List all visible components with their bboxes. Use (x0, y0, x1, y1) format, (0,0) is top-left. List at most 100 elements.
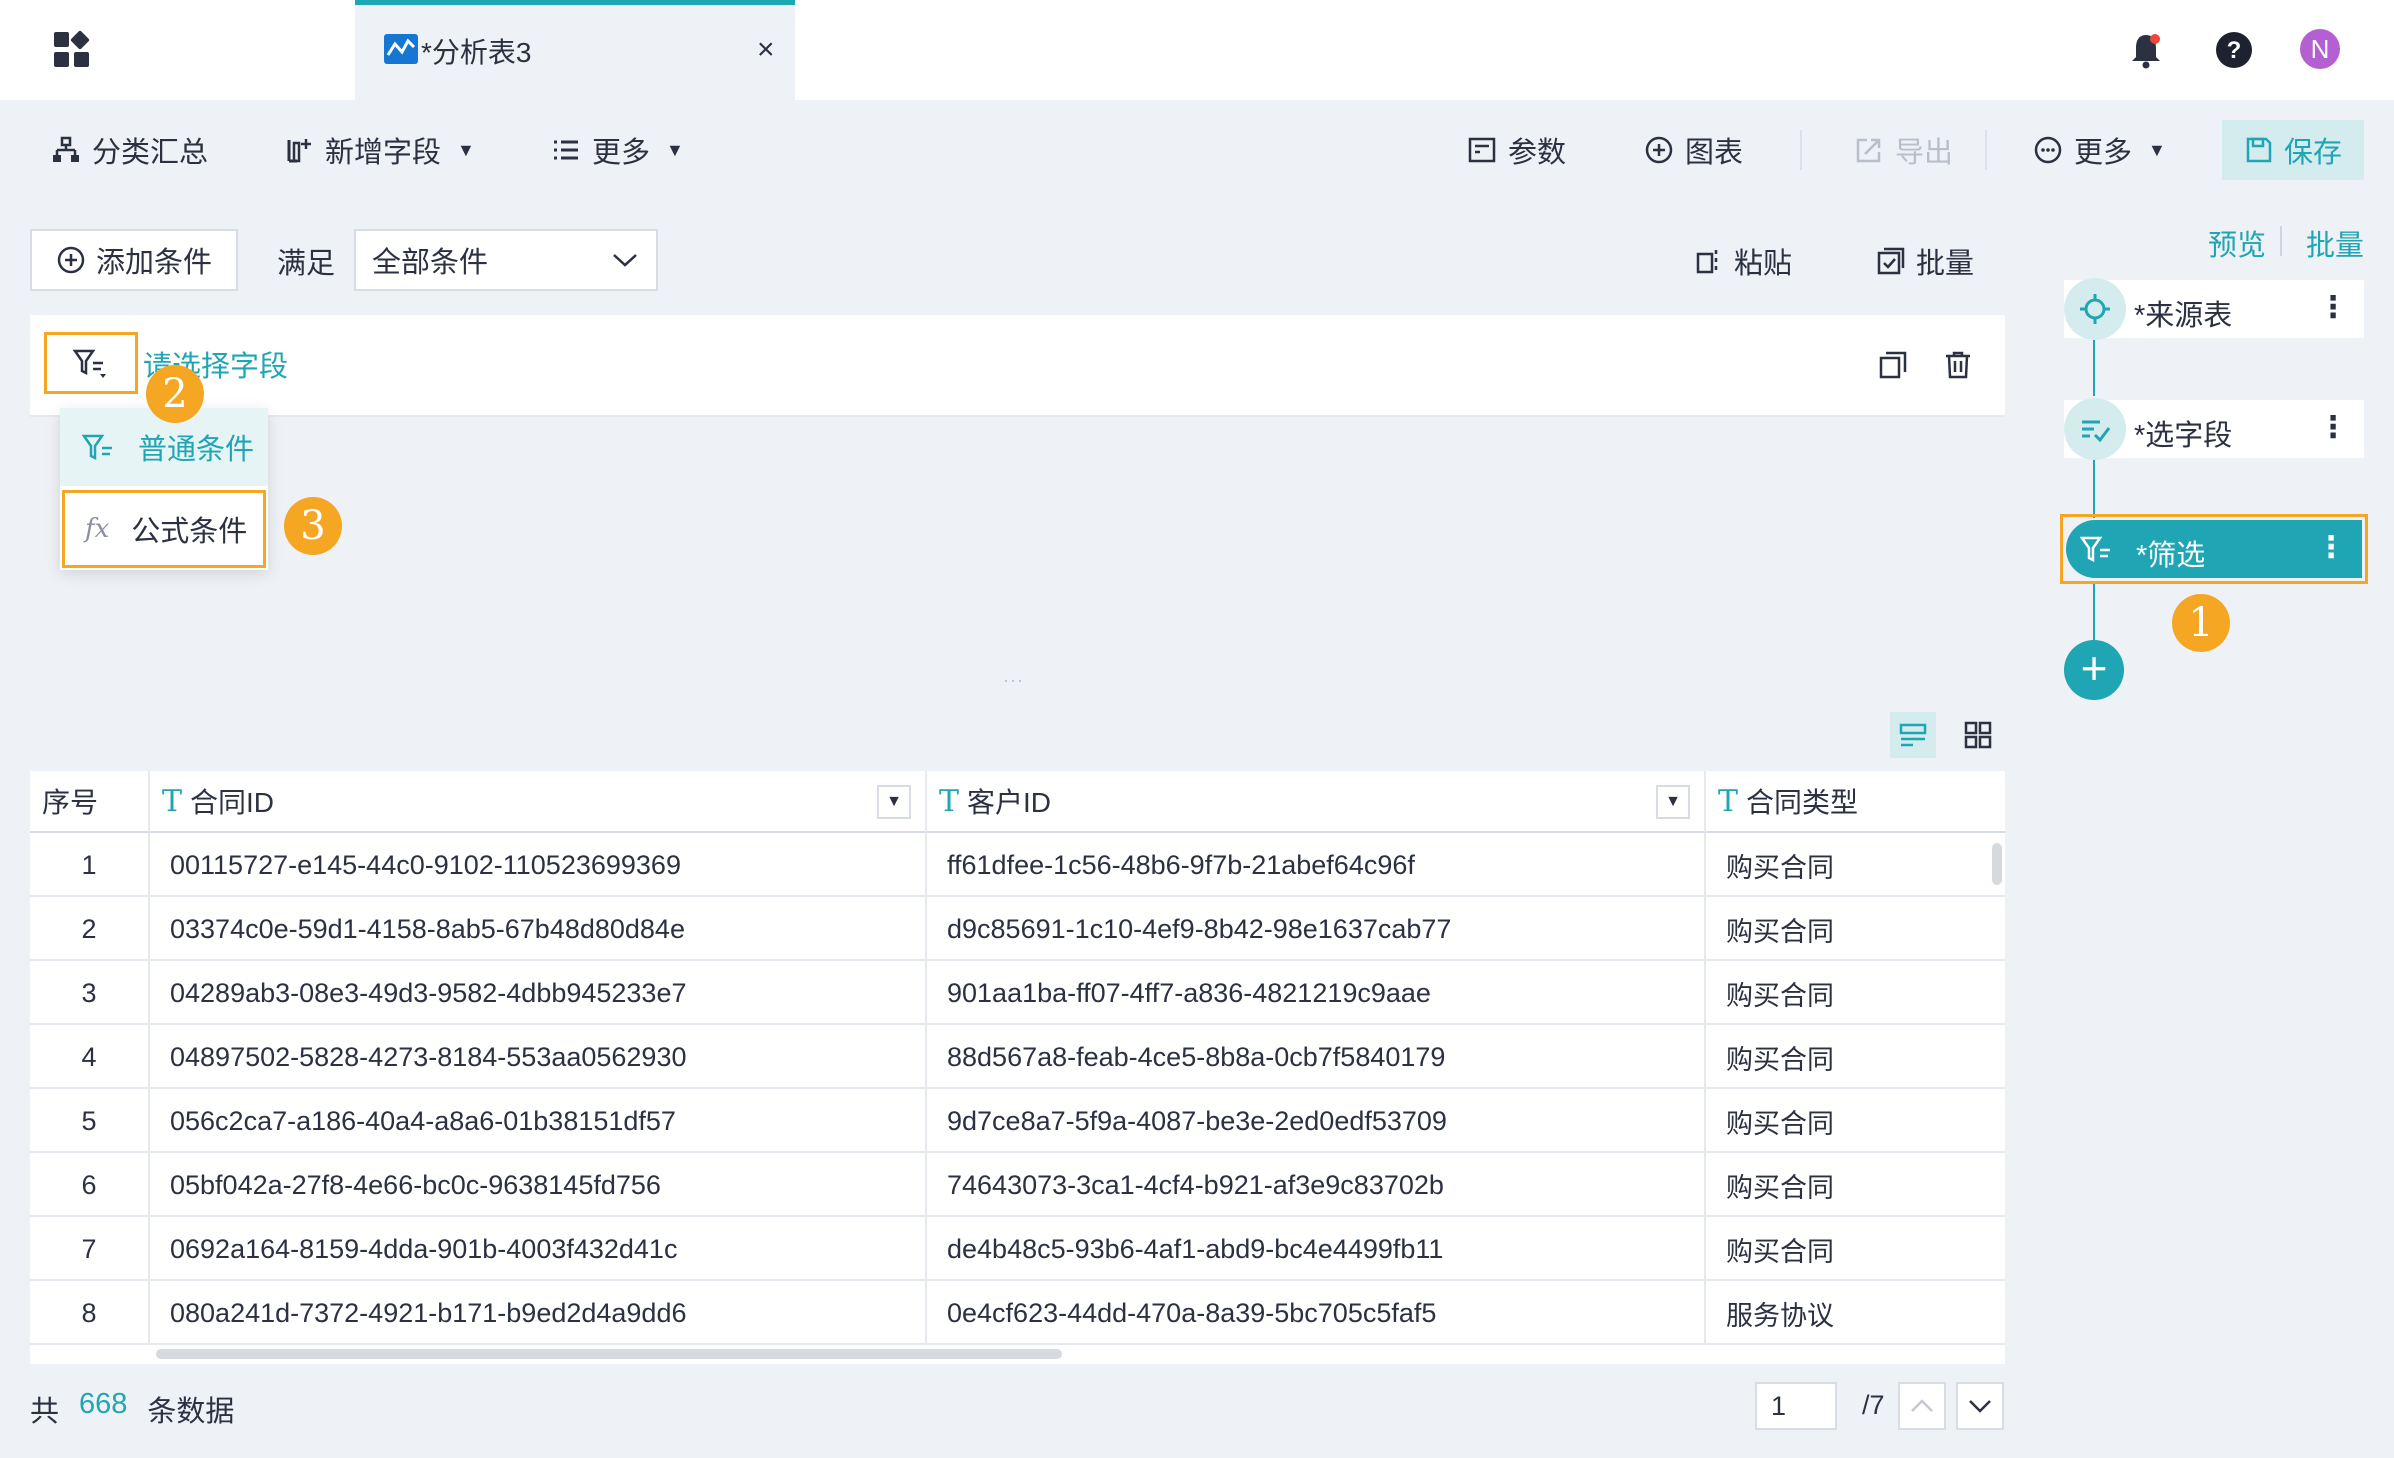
table-cell: 购买合同 (1726, 916, 1834, 947)
add-field-button[interactable]: 新增字段 ▼ (283, 100, 475, 200)
column-header-label: 序号 (42, 787, 99, 818)
table-row[interactable]: 4 04897502-5828-4273-8184-553aa0562930 88d… (30, 1025, 2005, 1089)
add-circle-icon (1645, 136, 1673, 164)
flow-node-source-table[interactable]: *来源表 ⋮ (2064, 278, 2364, 340)
table-cell: 2 (30, 897, 150, 961)
add-column-icon (287, 139, 311, 163)
column-header-customer-id[interactable]: T 客户ID ▼ (927, 771, 1706, 833)
hierarchy-icon (53, 136, 79, 162)
more-menu-left[interactable]: 更多 ▼ (550, 100, 684, 200)
condition-match-select[interactable]: 全部条件 (354, 229, 658, 291)
column-menu-button[interactable]: ▼ (877, 785, 911, 819)
step-badge-3: 3 (284, 497, 342, 555)
table-row[interactable]: 2 03374c0e-59d1-4158-8ab5-67b48d80d84e d9c… (30, 897, 2005, 961)
close-icon[interactable]: × (757, 35, 775, 65)
tab-title: *分析表3 (421, 37, 532, 68)
horizontal-scrollbar[interactable] (156, 1349, 1062, 1359)
group-summary-button[interactable]: 分类汇总 (50, 100, 208, 200)
table-row[interactable]: 7 0692a164-8159-4dda-901b-4003f432d41c de4… (30, 1217, 2005, 1281)
line-chart-icon (384, 34, 418, 64)
chart-button[interactable]: 图表 (1643, 100, 1743, 200)
more-vertical-icon[interactable]: ⋮ (2318, 410, 2348, 445)
export-icon (1856, 138, 1881, 163)
next-page-button[interactable] (1956, 1382, 2004, 1430)
apps-grid-icon[interactable] (52, 30, 92, 70)
chevron-down-icon (1969, 1400, 1991, 1413)
divider (2280, 226, 2282, 256)
flow-connector (2093, 584, 2095, 642)
column-menu-button[interactable]: ▼ (1656, 785, 1690, 819)
record-count-prefix: 共 (30, 1396, 60, 1428)
flow-node-label: *来源表 (2134, 300, 2233, 332)
save-icon (2246, 137, 2272, 163)
flow-node-select-fields[interactable]: *选字段 ⋮ (2064, 398, 2364, 460)
add-condition-button[interactable]: 添加条件 (30, 229, 238, 291)
toolbar: 分类汇总 新增字段 ▼ 更多 ▼ 参数 图表 导出 更多 ▼ (0, 100, 2394, 200)
text-type-icon: T (162, 783, 183, 819)
table-cell: 0e4cf623-44dd-470a-8a39-5bc705c5faf5 (927, 1281, 1706, 1345)
preview-link[interactable]: 预览 (2208, 222, 2266, 264)
params-button[interactable]: 参数 (1466, 100, 1566, 200)
formula-condition-label: 公式条件 (131, 516, 248, 548)
flow-connector (2093, 458, 2095, 518)
table-cell: 901aa1ba-ff07-4ff7-a836-4821219c9aae (927, 961, 1706, 1025)
vertical-scrollbar[interactable] (1992, 843, 2002, 885)
table-cell: 056c2ca7-a186-40a4-a8a6-01b38151df57 (150, 1089, 927, 1153)
bell-icon[interactable] (2126, 30, 2166, 70)
export-button[interactable]: 导出 (1853, 100, 1953, 200)
add-node-button[interactable]: + (2064, 640, 2124, 700)
save-button[interactable]: 保存 (2222, 120, 2364, 180)
step-badge-2: 2 (146, 365, 204, 423)
avatar[interactable]: N (2300, 29, 2340, 69)
trash-icon[interactable] (1942, 349, 1974, 381)
table-row[interactable]: 6 05bf042a-27f8-4e66-bc0c-9638145fd756 746… (30, 1153, 2005, 1217)
paste-icon (1696, 250, 1718, 274)
table-row[interactable]: 8 080a241d-7372-4921-b171-b9ed2d4a9dd6 0e4… (30, 1281, 2005, 1345)
help-icon[interactable]: ? (2214, 30, 2254, 70)
paste-button[interactable]: 粘贴 (1694, 240, 1792, 282)
table-row[interactable]: 3 04289ab3-08e3-49d3-9582-4dbb945233e7 901… (30, 961, 2005, 1025)
flow-node-filter[interactable]: *筛选 ⋮ (2066, 520, 2362, 578)
previous-page-button[interactable] (1898, 1382, 1946, 1430)
chevron-down-icon (613, 254, 637, 267)
text-type-icon: T (1718, 783, 1739, 819)
params-label: 参数 (1508, 137, 1567, 169)
grid-view-icon[interactable] (1955, 712, 2001, 758)
chevron-up-icon (1911, 1399, 1933, 1412)
select-fields-node-icon (2064, 398, 2126, 460)
more-vertical-icon[interactable]: ⋮ (2316, 530, 2346, 565)
text-type-icon: T (939, 783, 960, 819)
resize-handle[interactable]: ··· (1003, 670, 1024, 691)
more-menu-right[interactable]: 更多 ▼ (2032, 100, 2166, 200)
column-header-contract-id[interactable]: T 合同ID ▼ (150, 771, 927, 833)
satisfy-label: 满足 (277, 248, 336, 280)
batch-edit-icon (1877, 247, 1905, 275)
add-condition-label: 添加条件 (95, 247, 212, 279)
svg-text:?: ? (2227, 37, 2242, 64)
table-cell: de4b48c5-93b6-4af1-abd9-bc4e4499fb11 (927, 1217, 1706, 1281)
column-header-contract-type[interactable]: T 合同类型 (1706, 771, 2005, 833)
table-row[interactable]: 1 00115727-e145-44c0-9102-110523699369 ff6… (30, 833, 2005, 897)
filter-icon (2080, 536, 2110, 563)
menu-item-formula-condition[interactable]: fx 公式条件 (62, 490, 266, 568)
table-cell: 0692a164-8159-4dda-901b-4003f432d41c (150, 1217, 927, 1281)
caret-down-icon: ▼ (666, 139, 684, 160)
table-cell: 03374c0e-59d1-4158-8ab5-67b48d80d84e (150, 897, 927, 961)
copy-icon[interactable] (1877, 349, 1909, 381)
tab-analysis-table[interactable]: *分析表3 × (355, 0, 795, 100)
filter-type-button[interactable] (44, 332, 138, 394)
record-count-value: 668 (79, 1388, 128, 1420)
table-row[interactable]: 5 056c2ca7-a186-40a4-a8a6-01b38151df57 9d7… (30, 1089, 2005, 1153)
batch-button[interactable]: 批量 (1876, 240, 1974, 282)
page-number-input[interactable]: 1 (1755, 1382, 1837, 1430)
table-cell: 1 (30, 833, 150, 897)
record-count-suffix: 条数据 (147, 1396, 235, 1428)
list-view-icon[interactable] (1890, 712, 1936, 758)
flow-batch-link[interactable]: 批量 (2306, 222, 2364, 264)
table-cell: 6 (30, 1153, 150, 1217)
column-header-label: 合同类型 (1746, 787, 1859, 818)
table-cell: 9d7ce8a7-5f9a-4087-be3e-2ed0edf53709 (927, 1089, 1706, 1153)
more-vertical-icon[interactable]: ⋮ (2318, 290, 2348, 325)
flow-node-label: *选字段 (2134, 420, 2233, 452)
column-header-index: 序号 (30, 771, 150, 833)
